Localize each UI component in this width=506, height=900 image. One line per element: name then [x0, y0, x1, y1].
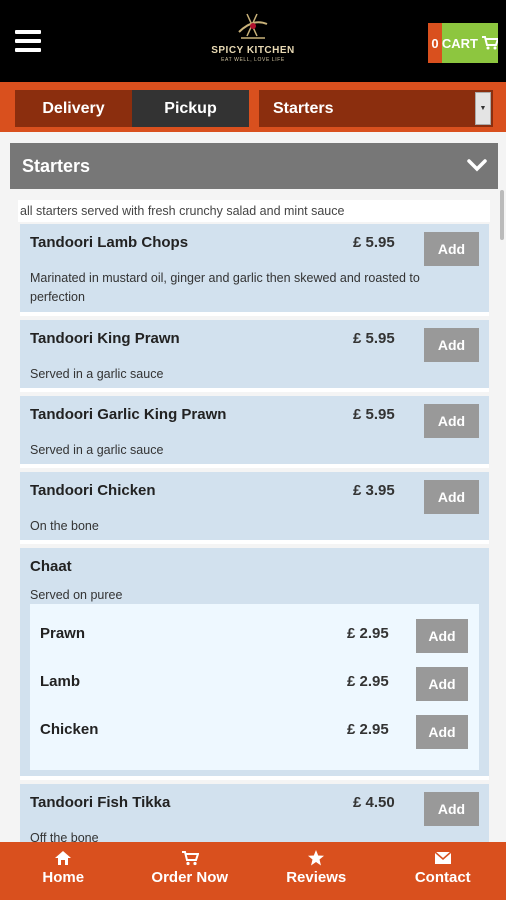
select-arrow-icon[interactable]: ▼ [475, 92, 491, 125]
add-button[interactable]: Add [424, 328, 479, 362]
cart-button[interactable]: 0 CART [428, 23, 498, 63]
nav-home[interactable]: Home [0, 842, 127, 900]
category-header[interactable]: Starters [10, 143, 498, 189]
brand-tagline: EAT WELL, LOVE LIFE [221, 57, 285, 63]
chef-logo-icon [238, 13, 268, 39]
item-options-list: Prawn £ 2.95 Add Lamb £ 2.95 Add Chicken… [30, 604, 479, 770]
add-button[interactable]: Add [424, 792, 479, 826]
cart-label-wrap: CART [441, 23, 498, 63]
item-name: Tandoori King Prawn [30, 330, 180, 347]
item-price: £ 5.95 [353, 234, 395, 251]
cart-icon [181, 851, 199, 866]
star-icon [308, 850, 325, 866]
menu-item: Tandoori Chicken £ 3.95 Add On the bone [20, 472, 489, 544]
option-price: £ 2.95 [347, 625, 389, 642]
item-price: £ 4.50 [353, 794, 395, 811]
option-row: Lamb £ 2.95 Add [30, 660, 479, 708]
add-button[interactable]: Add [416, 667, 468, 701]
tab-pickup[interactable]: Pickup [132, 90, 249, 127]
item-name: Chaat [30, 558, 72, 575]
category-title: Starters [22, 155, 91, 176]
item-description: Served in a garlic sauce [30, 367, 164, 381]
option-price: £ 2.95 [347, 721, 389, 738]
item-name: Tandoori Chicken [30, 482, 156, 499]
menu-item: Tandoori Lamb Chops £ 5.95 Add Marinated… [20, 224, 489, 316]
nav-order-now[interactable]: Order Now [127, 842, 254, 900]
item-name: Tandoori Garlic King Prawn [30, 406, 227, 423]
nav-home-label: Home [42, 869, 85, 886]
category-select[interactable]: Starters ▼ [259, 90, 493, 127]
scrollbar[interactable] [500, 190, 504, 240]
item-description: Served in a garlic sauce [30, 443, 164, 457]
order-type-bar: Delivery Pickup Starters ▼ [0, 82, 506, 132]
brand-logo[interactable]: SPICY KITCHEN EAT WELL, LOVE LIFE [203, 10, 303, 72]
option-price: £ 2.95 [347, 673, 389, 690]
item-price: £ 3.95 [353, 482, 395, 499]
nav-reviews-label: Reviews [286, 869, 347, 886]
nav-order-now-label: Order Now [151, 869, 229, 886]
item-name: Tandoori Lamb Chops [30, 234, 189, 251]
option-row: Prawn £ 2.95 Add [30, 612, 479, 660]
option-row: Chicken £ 2.95 Add [30, 708, 479, 756]
category-description: all starters served with fresh crunchy s… [18, 200, 490, 222]
cart-icon [482, 36, 498, 50]
item-description: On the bone [30, 519, 99, 533]
item-description: Served on puree [30, 588, 123, 602]
home-icon [55, 851, 72, 865]
nav-reviews[interactable]: Reviews [253, 842, 380, 900]
add-button[interactable]: Add [416, 715, 468, 749]
add-button[interactable]: Add [416, 619, 468, 653]
item-description: Marinated in mustard oil, ginger and gar… [30, 271, 420, 304]
chevron-down-icon[interactable] [466, 154, 488, 176]
cart-label: CART [441, 35, 478, 51]
app-header: SPICY KITCHEN EAT WELL, LOVE LIFE 0 CART [0, 0, 506, 82]
nav-contact-label: Contact [414, 869, 471, 886]
menu-item: Tandoori King Prawn £ 5.95 Add Served in… [20, 320, 489, 392]
bottom-nav: Home Order Now Reviews Contact [0, 842, 506, 900]
add-button[interactable]: Add [424, 404, 479, 438]
menu-icon[interactable] [15, 30, 41, 52]
envelope-icon [434, 851, 452, 864]
category-select-value: Starters [273, 99, 334, 117]
add-button[interactable]: Add [424, 232, 479, 266]
option-name: Lamb [40, 673, 81, 690]
option-name: Prawn [40, 625, 86, 642]
item-price: £ 5.95 [353, 330, 395, 347]
item-name: Tandoori Fish Tikka [30, 794, 171, 811]
menu-item: Tandoori Garlic King Prawn £ 5.95 Add Se… [20, 396, 489, 468]
tab-delivery[interactable]: Delivery [15, 90, 132, 127]
cart-count: 0 [428, 23, 442, 63]
nav-contact[interactable]: Contact [380, 842, 506, 900]
add-button[interactable]: Add [424, 480, 479, 514]
brand-name: SPICY KITCHEN [211, 45, 295, 56]
option-name: Chicken [40, 721, 99, 738]
item-price: £ 5.95 [353, 406, 395, 423]
